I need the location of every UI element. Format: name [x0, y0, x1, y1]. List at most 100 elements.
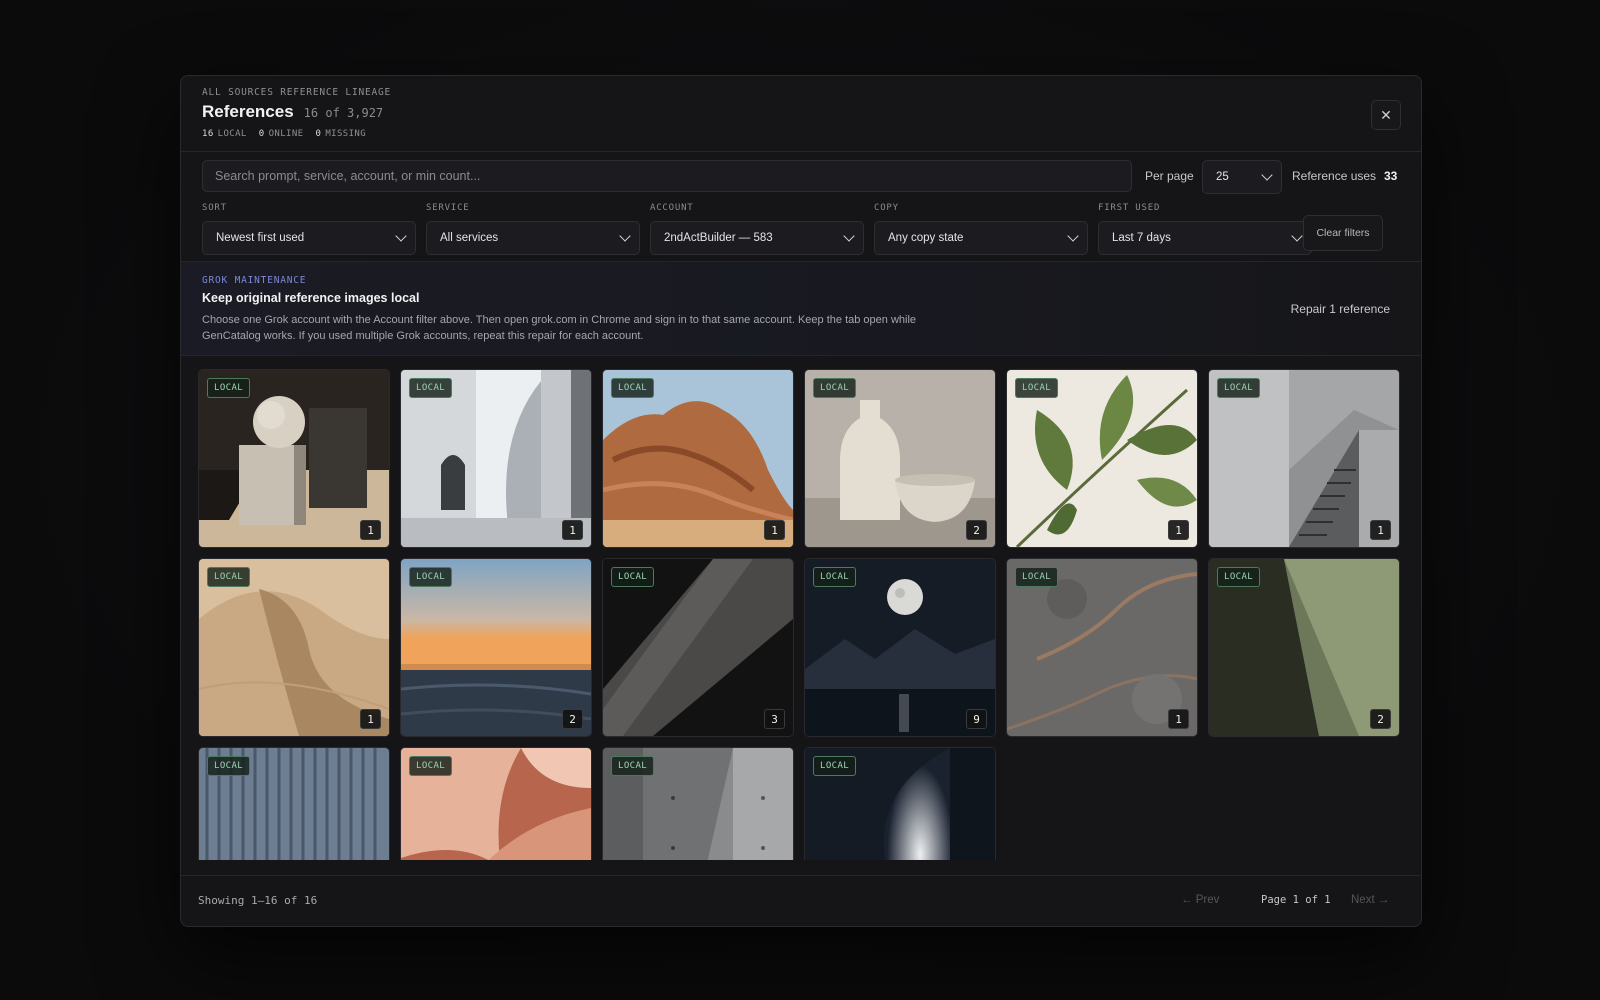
service-select[interactable]: All services	[426, 221, 640, 255]
copy-filter: COPY Any copy state	[874, 203, 1088, 255]
stat-local: 16 LOCAL	[202, 129, 247, 139]
first-used-value: Last 7 days	[1112, 232, 1171, 244]
local-badge: LOCAL	[813, 567, 857, 587]
use-count: 3	[764, 709, 785, 729]
reference-uses-label: Reference uses	[1292, 169, 1377, 183]
banner-body: Choose one Grok account with the Account…	[202, 314, 917, 342]
reference-tile[interactable]: LOCAL 1	[1006, 558, 1198, 737]
use-count: 2	[966, 520, 987, 540]
chevron-down-icon	[1067, 230, 1079, 242]
use-count: 1	[764, 520, 785, 540]
reference-tile[interactable]: LOCAL 3	[602, 558, 794, 737]
local-badge: LOCAL	[1217, 567, 1261, 587]
references-modal: ALL SOURCES REFERENCE LINEAGE References…	[180, 75, 1422, 927]
reference-tile[interactable]: LOCAL 2	[804, 369, 996, 548]
pagination-footer: Showing 1–16 of 16 ← Prev Page 1 of 1 Ne…	[181, 875, 1421, 926]
showing-count: Showing 1–16 of 16	[198, 894, 318, 907]
reference-tile[interactable]: LOCAL 1	[198, 369, 390, 548]
per-page-label: Per page	[1145, 169, 1194, 183]
sort-value: Newest first used	[216, 232, 305, 244]
chevron-down-icon	[395, 230, 407, 242]
reference-tile[interactable]: LOCAL 1	[602, 369, 794, 548]
first-used-filter: FIRST USED Last 7 days	[1098, 203, 1312, 255]
first-used-select[interactable]: Last 7 days	[1098, 221, 1312, 255]
local-badge: LOCAL	[611, 756, 655, 776]
use-count: 1	[1168, 520, 1189, 540]
search-input[interactable]	[202, 160, 1132, 192]
per-page-value: 25	[1216, 171, 1229, 183]
sort-label: SORT	[202, 203, 227, 213]
copy-value: Any copy state	[888, 232, 964, 244]
source-stats: 16 LOCAL 0 ONLINE 0 MISSING	[202, 129, 366, 139]
use-count: 1	[1168, 709, 1189, 729]
page-indicator: Page 1 of 1	[1261, 894, 1331, 906]
result-count: 16 of 3,927	[303, 106, 384, 120]
clear-filters-button[interactable]: Clear filters	[1303, 215, 1383, 251]
reference-tile[interactable]: LOCAL 9	[804, 558, 996, 737]
reference-tile[interactable]: LOCAL 1	[1208, 369, 1400, 548]
account-select[interactable]: 2ndActBuilder — 583	[650, 221, 864, 255]
modal-header: ALL SOURCES REFERENCE LINEAGE References…	[181, 76, 1421, 152]
filter-bar: SORT Newest first used SERVICE All servi…	[202, 203, 1401, 255]
stat-missing: 0 MISSING	[315, 129, 367, 139]
reference-tile[interactable]: LOCAL 1	[400, 369, 592, 548]
close-icon: ✕	[1380, 106, 1392, 123]
local-badge: LOCAL	[409, 567, 453, 587]
local-badge: LOCAL	[409, 756, 453, 776]
use-count: 2	[1370, 709, 1391, 729]
reference-uses-value: 33	[1384, 169, 1398, 183]
account-value: 2ndActBuilder — 583	[664, 232, 773, 244]
per-page-select[interactable]: 25	[1202, 160, 1282, 194]
close-button[interactable]: ✕	[1371, 100, 1401, 130]
search-row: Per page 25 Reference uses 33	[202, 160, 1401, 194]
reference-tile[interactable]: LOCAL	[602, 747, 794, 860]
account-label: ACCOUNT	[650, 203, 694, 213]
use-count: 1	[360, 520, 381, 540]
reference-tile[interactable]: LOCAL	[804, 747, 996, 860]
service-value: All services	[440, 232, 499, 244]
local-badge: LOCAL	[409, 378, 453, 398]
use-count: 1	[562, 520, 583, 540]
reference-tile[interactable]: LOCAL 2	[400, 558, 592, 737]
reference-grid: LOCAL 1 LOCAL 1 LOCAL 1 LOCAL 2 LOCAL 1 …	[198, 369, 1404, 860]
sort-filter: SORT Newest first used	[202, 203, 416, 255]
use-count: 1	[1370, 520, 1391, 540]
local-badge: LOCAL	[611, 567, 655, 587]
local-badge: LOCAL	[207, 756, 251, 776]
reference-tile[interactable]: LOCAL 1	[198, 558, 390, 737]
local-badge: LOCAL	[207, 567, 251, 587]
stat-online: 0 ONLINE	[258, 129, 304, 139]
reference-tile[interactable]: LOCAL	[400, 747, 592, 860]
local-badge: LOCAL	[1015, 378, 1059, 398]
use-count: 1	[360, 709, 381, 729]
reference-tile[interactable]: LOCAL 1	[1006, 369, 1198, 548]
chevron-down-icon	[619, 230, 631, 242]
banner-tag: GROK MAINTENANCE	[202, 275, 307, 286]
service-filter: SERVICE All services	[426, 203, 640, 255]
next-button[interactable]: Next →	[1351, 894, 1389, 906]
local-badge: LOCAL	[813, 756, 857, 776]
breadcrumb: ALL SOURCES REFERENCE LINEAGE	[202, 87, 392, 98]
sort-select[interactable]: Newest first used	[202, 221, 416, 255]
maintenance-banner: GROK MAINTENANCE Keep original reference…	[181, 261, 1421, 356]
local-badge: LOCAL	[207, 378, 251, 398]
repair-reference-button[interactable]: Repair 1 reference	[1291, 302, 1390, 316]
copy-select[interactable]: Any copy state	[874, 221, 1088, 255]
local-badge: LOCAL	[813, 378, 857, 398]
first-used-label: FIRST USED	[1098, 203, 1161, 213]
local-badge: LOCAL	[611, 378, 655, 398]
chevron-down-icon	[1261, 169, 1273, 181]
reference-tile[interactable]: LOCAL	[198, 747, 390, 860]
local-badge: LOCAL	[1015, 567, 1059, 587]
local-badge: LOCAL	[1217, 378, 1261, 398]
service-label: SERVICE	[426, 203, 470, 213]
banner-title: Keep original reference images local	[202, 291, 420, 305]
chevron-down-icon	[843, 230, 855, 242]
copy-label: COPY	[874, 203, 899, 213]
prev-button[interactable]: ← Prev	[1181, 894, 1219, 906]
use-count: 9	[966, 709, 987, 729]
use-count: 2	[562, 709, 583, 729]
reference-tile[interactable]: LOCAL 2	[1208, 558, 1400, 737]
chevron-down-icon	[1291, 230, 1303, 242]
title-row: References 16 of 3,927	[202, 102, 383, 122]
